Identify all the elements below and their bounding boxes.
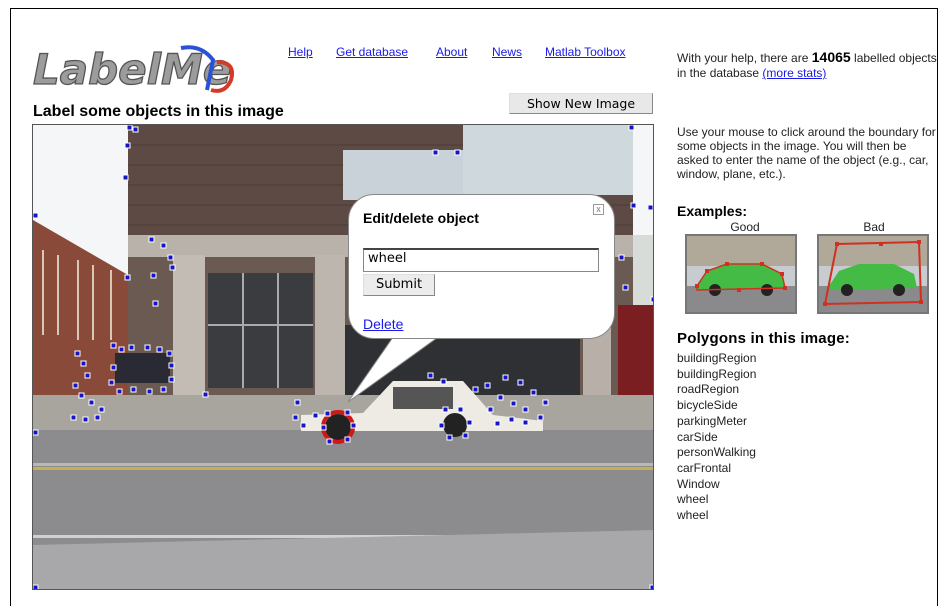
polygon-list-item[interactable]: Window [677, 477, 756, 493]
polygon-list-item[interactable]: roadRegion [677, 382, 756, 398]
good-example-image [685, 234, 797, 314]
nav-get-database-link[interactable]: Get database [336, 45, 408, 59]
instructions-text: Use your mouse to click around the bound… [677, 125, 936, 181]
bad-example-label: Bad [863, 220, 885, 234]
polygon-list-item[interactable]: parkingMeter [677, 414, 756, 430]
stats-prefix: With your help, there are [677, 51, 809, 65]
submit-button[interactable]: Submit [363, 274, 435, 296]
polygon-list-item[interactable]: bicycleSide [677, 398, 756, 414]
polygon-list-item[interactable]: carFrontal [677, 461, 756, 477]
delete-link[interactable]: Delete [363, 316, 403, 332]
polygon-list-item[interactable]: carSide [677, 430, 756, 446]
nav-matlab-toolbox-link[interactable]: Matlab Toolbox [545, 45, 626, 59]
nav-news-link[interactable]: News [492, 45, 522, 59]
popup-title: Edit/delete object [363, 210, 479, 226]
polygon-list-item[interactable]: buildingRegion [677, 351, 756, 367]
bad-example-image [817, 234, 929, 314]
object-name-input[interactable]: wheel [363, 248, 599, 272]
database-stats: With your help, there are 14065 labelled… [677, 50, 939, 81]
object-count: 14065 [811, 49, 851, 65]
nav-about-link[interactable]: About [436, 45, 467, 59]
examples-title: Examples: [677, 203, 748, 219]
nav-help-link[interactable]: Help [288, 45, 313, 59]
polygons-title: Polygons in this image: [677, 330, 850, 347]
polygon-list: buildingRegion buildingRegion roadRegion… [677, 351, 756, 524]
more-stats-link[interactable]: (more stats) [762, 66, 826, 80]
edit-object-popup: Edit/delete object x wheel Submit Delete [348, 194, 615, 339]
good-example-label: Good [730, 220, 760, 234]
page-title: Label some objects in this image [33, 103, 284, 120]
popup-pointer [348, 330, 449, 403]
polygon-list-item[interactable]: wheel [677, 492, 756, 508]
polygon-list-item[interactable]: buildingRegion [677, 367, 756, 383]
show-new-image-button[interactable]: Show New Image [509, 93, 653, 114]
polygon-list-item[interactable]: personWalking [677, 445, 756, 461]
polygon-list-item[interactable]: wheel [677, 508, 756, 524]
close-icon[interactable]: x [593, 204, 604, 215]
